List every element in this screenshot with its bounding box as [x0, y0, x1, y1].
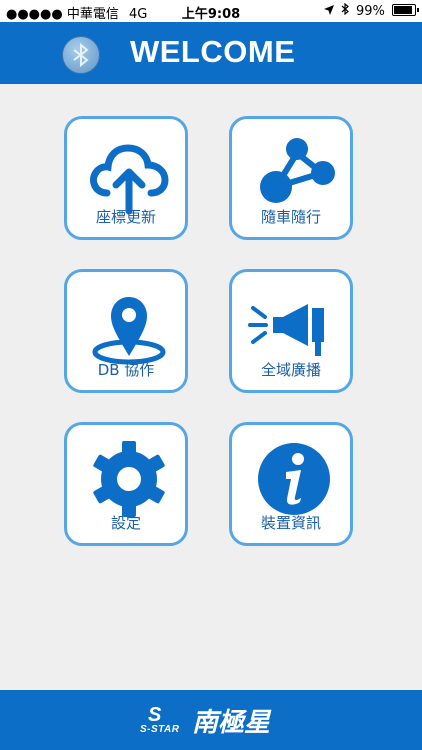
battery-percent: 99%	[355, 4, 385, 19]
brand-logo: S S-STAR	[140, 704, 180, 735]
map-pin-icon	[92, 297, 166, 365]
bluetooth-icon	[341, 2, 353, 19]
tile-settings[interactable]: 設定	[64, 422, 188, 546]
tile-label: 隨車隨行	[260, 208, 321, 226]
header-bar: WELCOME	[0, 22, 422, 84]
tile-coordinate-update[interactable]: 座標更新	[64, 116, 188, 240]
brand-mark: S	[148, 704, 162, 726]
cloud-upload-icon	[90, 144, 169, 215]
brand-name-cn: 南極星	[192, 708, 271, 738]
bluetooth-button[interactable]	[62, 36, 100, 74]
tile-label: 全域廣播	[260, 361, 321, 379]
location-arrow-icon	[323, 4, 338, 19]
share-nodes-icon	[260, 138, 335, 203]
tile-device-info[interactable]: 裝置資訊	[229, 422, 353, 546]
tile-label: 設定	[110, 514, 141, 532]
tile-label: 座標更新	[95, 208, 156, 226]
battery-icon	[392, 4, 419, 16]
footer-bar: S S-STAR 南極星	[0, 690, 422, 750]
bluetooth-icon	[73, 43, 89, 67]
tile-label: 裝置資訊	[260, 514, 321, 532]
megaphone-icon	[248, 304, 324, 356]
tile-db-collab[interactable]: DB 協作	[64, 269, 188, 393]
tile-vehicle-follow[interactable]: 隨車隨行	[229, 116, 353, 240]
status-bar: ●●●●● 中華電信 4G 上午9:08 99%	[0, 0, 422, 22]
brand-name-en: S-STAR	[140, 724, 180, 735]
tile-label: DB 協作	[97, 361, 155, 379]
page-title: WELCOME	[130, 34, 296, 69]
tile-broadcast[interactable]: 全域廣播	[229, 269, 353, 393]
info-icon	[258, 443, 330, 515]
gear-icon	[93, 441, 165, 517]
status-right: 99%	[321, 2, 419, 19]
